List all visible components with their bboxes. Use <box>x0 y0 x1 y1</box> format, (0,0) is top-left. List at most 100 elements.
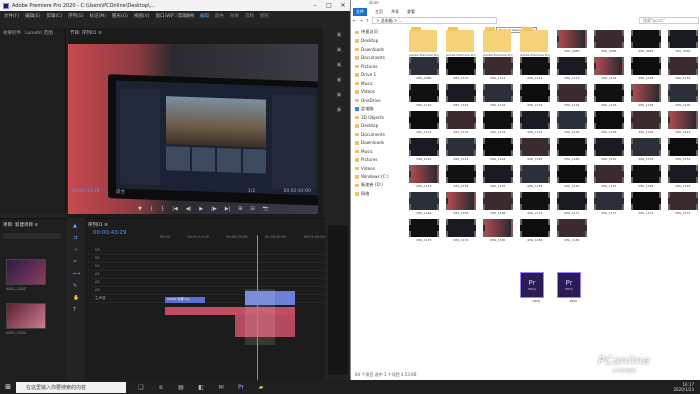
file-explorer-icon[interactable]: ▤ <box>176 384 186 391</box>
video-file-item[interactable]: IMG_0090 <box>668 30 698 53</box>
video-file-item[interactable]: IMG_1143 <box>446 138 476 161</box>
video-file-item[interactable]: IMG_1156 <box>520 165 550 188</box>
taskbar-clock[interactable]: 16:17 2020/1/23 <box>673 382 694 392</box>
nav-item[interactable]: 3D Objects <box>351 113 401 122</box>
close-button[interactable]: ✕ <box>336 0 350 11</box>
track-label[interactable]: A1 <box>95 272 100 276</box>
nav-item[interactable]: Music <box>351 147 401 156</box>
nav-item[interactable]: Downloads <box>351 45 401 54</box>
video-file-item[interactable]: IMG_1160 <box>557 165 587 188</box>
video-file-item[interactable]: IMG_1112 <box>520 57 550 80</box>
panel-icon[interactable]: ▣ <box>337 92 342 98</box>
step-forward-button[interactable]: |▶ <box>211 206 217 212</box>
ribbon-home-tab[interactable]: 主页 <box>375 9 383 15</box>
workspace-audio[interactable]: 音频 <box>245 13 254 19</box>
video-file-item[interactable]: IMG_0085 <box>557 30 587 53</box>
video-file-item[interactable]: IMG_1124 <box>557 84 587 107</box>
video-file-item[interactable]: IMG_1125 <box>594 84 624 107</box>
video-file-item[interactable]: IMG_1163 <box>668 165 698 188</box>
nav-item[interactable]: 网络 <box>351 190 401 199</box>
search-input[interactable]: 搜索"pcsrc" <box>639 17 699 24</box>
lift-button[interactable]: ⊞ <box>238 206 242 212</box>
zoom-fit-dropdown[interactable]: 适合 <box>116 189 125 195</box>
video-file-item[interactable]: IMG_1181 <box>520 219 550 242</box>
step-back-button[interactable]: ◀| <box>186 206 192 212</box>
workspace-assembly[interactable]: 组件 <box>185 13 194 19</box>
nav-item[interactable]: 此电脑 <box>351 105 401 114</box>
video-file-item[interactable]: IMG_1115 <box>631 57 661 80</box>
video-file-item[interactable]: IMG_1175 <box>409 219 439 242</box>
nav-item[interactable]: Videos <box>351 164 401 173</box>
video-file-item[interactable]: IMG_1144 <box>483 138 513 161</box>
nav-item[interactable]: Pictures <box>351 156 401 165</box>
panel-icon[interactable]: ▣ <box>337 77 342 83</box>
forward-arrow-icon[interactable]: → <box>359 18 362 23</box>
panel-icon[interactable]: ▣ <box>337 47 342 53</box>
maximize-button[interactable]: □ <box>322 0 336 11</box>
go-to-in-button[interactable]: |◀ <box>172 206 178 212</box>
play-button[interactable]: ▶ <box>199 206 203 212</box>
workspace-color[interactable]: 颜色 <box>215 13 224 19</box>
panel-icon[interactable]: ▣ <box>337 62 342 68</box>
video-file-item[interactable]: IMG_1133 <box>483 111 513 134</box>
video-file-item[interactable]: IMG_1173 <box>631 192 661 215</box>
video-file-item[interactable]: IMG_1116 <box>668 57 698 80</box>
mark-out-button[interactable]: } <box>161 206 164 212</box>
workspace-editing[interactable]: 编辑 <box>200 13 209 19</box>
ripple-edit-tool-icon[interactable]: ⊣ <box>73 247 83 253</box>
nav-item[interactable]: Documents <box>351 54 401 63</box>
track-select-tool-icon[interactable]: ⇉ <box>73 235 83 241</box>
workspace-effects[interactable]: 效果 <box>230 13 239 19</box>
track-label[interactable]: A3 <box>95 288 100 292</box>
program-monitor-tab[interactable]: 节目: 序列01 ≡ <box>70 30 102 36</box>
mark-in-button[interactable]: { <box>150 206 153 212</box>
video-file-item[interactable]: IMG_1166 <box>483 192 513 215</box>
hand-tool-icon[interactable]: ✋ <box>73 295 83 301</box>
video-file-item[interactable]: IMG_1123 <box>520 84 550 107</box>
video-file-item[interactable]: IMG_1164 <box>409 192 439 215</box>
track-label[interactable]: 主声道 <box>95 296 106 301</box>
video-file-item[interactable]: IMG_1111 <box>483 57 513 80</box>
panel-icon[interactable]: ▣ <box>337 32 342 38</box>
panel-icon[interactable]: ▣ <box>337 107 342 113</box>
folder-item[interactable]: Adobe Premiere Pro Audio Previews <box>409 27 439 57</box>
video-file-item[interactable]: IMG_1152 <box>668 138 698 161</box>
store-icon[interactable]: ◧ <box>196 384 206 391</box>
explorer-taskbar-icon[interactable]: ▰ <box>256 384 266 391</box>
video-file-item[interactable]: IMG_1180 <box>483 219 513 242</box>
folder-item[interactable]: Adobe Premiere Pro Captured Video <box>520 27 550 57</box>
track-label[interactable]: V3 <box>95 248 100 252</box>
project-tab[interactable]: 项目: 新建项目 ≡ <box>3 222 38 228</box>
menu-graphics[interactable]: 图形(G) <box>112 13 128 19</box>
slip-tool-icon[interactable]: ⟷ <box>73 271 83 277</box>
selection-tool-icon[interactable]: ▲ <box>73 223 83 229</box>
workspace-learn[interactable]: 学习 <box>170 13 179 19</box>
nav-item[interactable]: Videos <box>351 88 401 97</box>
video-file-item[interactable]: IMG_1145 <box>520 138 550 161</box>
menu-file[interactable]: 文件(F) <box>4 13 19 19</box>
type-tool-icon[interactable]: T <box>73 307 83 313</box>
video-file-item[interactable]: IMG_1146 <box>557 138 587 161</box>
premiere-project-file[interactable]: Pr PROJ ...PROJ <box>520 272 550 303</box>
nav-item[interactable]: Desktop <box>351 37 401 46</box>
video-file-item[interactable]: IMG_1161 <box>594 165 624 188</box>
taskbar-search[interactable]: 在这里输入你要搜索的内容 <box>16 381 126 393</box>
ribbon-file-tab[interactable]: 文件 <box>353 7 367 16</box>
track-label[interactable]: A2 <box>95 280 100 284</box>
project-clip-thumbnail[interactable] <box>6 303 46 329</box>
task-view-icon[interactable]: ❑ <box>136 384 146 391</box>
menu-markers[interactable]: 标记(M) <box>90 13 106 19</box>
video-file-item[interactable]: IMG_1153 <box>409 165 439 188</box>
track-label[interactable]: V2 <box>95 256 100 260</box>
video-file-item[interactable]: IMG_1151 <box>631 138 661 161</box>
video-file-item[interactable]: IMG_1121 <box>446 84 476 107</box>
address-bar[interactable]: > 此电脑 > ... <box>372 17 498 24</box>
nav-item[interactable]: Desktop <box>351 122 401 131</box>
add-marker-button[interactable]: ▼ <box>138 206 142 212</box>
nav-item[interactable]: Windows (C:) <box>351 173 401 182</box>
video-file-item[interactable]: IMG_1172 <box>594 192 624 215</box>
video-file-item[interactable]: IMG_1142 <box>409 138 439 161</box>
video-file-item[interactable]: IMG_1131 <box>409 111 439 134</box>
timeline-video-clip[interactable]: C0001 效果 [V] <box>165 297 205 303</box>
minimize-button[interactable]: – <box>308 0 322 11</box>
